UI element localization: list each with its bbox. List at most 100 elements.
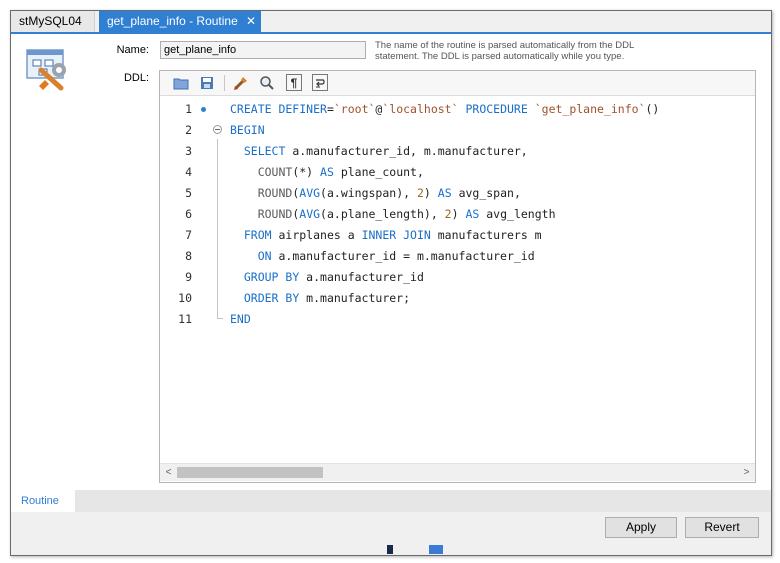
code-token: SELECT bbox=[243, 144, 286, 158]
code-line[interactable]: 6 ROUND(AVG(a.plane_length), 2) AS avg_l… bbox=[160, 204, 755, 225]
code-text: GROUP BY a.manufacturer_id bbox=[230, 267, 424, 288]
code-token: ROUND bbox=[257, 207, 293, 221]
name-hint: The name of the routine is parsed automa… bbox=[375, 40, 634, 62]
code-token: a.manufacturer_id, m.manufacturer, bbox=[285, 144, 528, 158]
code-token: AS bbox=[465, 207, 480, 221]
tab-routine-bottom[interactable]: Routine bbox=[11, 490, 75, 512]
code-token: AVG bbox=[299, 186, 321, 200]
code-text: ROUND(AVG(a.wingspan), 2) AS avg_span, bbox=[230, 183, 521, 204]
code-area[interactable]: 1 CREATE DEFINER=`root`@`localhost` PROCE… bbox=[160, 97, 755, 457]
save-icon[interactable] bbox=[198, 74, 216, 92]
code-line[interactable]: 7 FROM airplanes a INNER JOIN manufactur… bbox=[160, 225, 755, 246]
code-token: ORDER BY bbox=[243, 291, 300, 305]
code-token: (a.wingspan), bbox=[320, 186, 417, 200]
line-number: 8 bbox=[185, 249, 192, 263]
routine-editor-window: stMySQL04 get_plane_info - Routine ✕ Nam… bbox=[10, 10, 772, 556]
code-token: `localhost` bbox=[382, 102, 459, 116]
scroll-left-arrow[interactable]: < bbox=[160, 464, 177, 481]
editor-toolbar: ¶ bbox=[160, 71, 755, 96]
code-line[interactable]: 9 GROUP BY a.manufacturer_id bbox=[160, 267, 755, 288]
code-token: ) bbox=[451, 207, 466, 221]
scrollbar-thumb[interactable] bbox=[177, 467, 323, 478]
code-line[interactable]: 11 END bbox=[160, 309, 755, 330]
code-token: AVG bbox=[299, 207, 321, 221]
open-folder-icon[interactable] bbox=[172, 74, 190, 92]
fold-toggle-icon[interactable] bbox=[213, 125, 222, 134]
word-wrap-icon[interactable] bbox=[312, 74, 328, 91]
tab-connection[interactable]: stMySQL04 bbox=[11, 11, 95, 32]
apply-button[interactable]: Apply bbox=[605, 517, 677, 538]
code-token: a.manufacturer_id bbox=[299, 270, 424, 284]
code-token: () bbox=[645, 102, 660, 116]
code-token: 2 bbox=[444, 207, 452, 221]
code-token: PROCEDURE bbox=[465, 102, 528, 116]
code-token: BEGIN bbox=[230, 123, 265, 137]
code-token: a.manufacturer_id = m.manufacturer_id bbox=[271, 249, 535, 263]
taskbar-fragment bbox=[429, 545, 443, 554]
line-number: 9 bbox=[185, 270, 192, 284]
routine-icon bbox=[26, 49, 66, 91]
line-number: 10 bbox=[178, 291, 192, 305]
find-magnifier-icon[interactable] bbox=[258, 74, 276, 92]
code-text: ORDER BY m.manufacturer; bbox=[230, 288, 410, 309]
code-token: (*) bbox=[292, 165, 321, 179]
code-line[interactable]: 2 BEGIN bbox=[160, 120, 755, 141]
tab-bar: stMySQL04 get_plane_info - Routine ✕ bbox=[11, 11, 771, 32]
code-token: avg_length bbox=[479, 207, 556, 221]
taskbar-fragment bbox=[387, 545, 393, 554]
code-line[interactable]: 4 COUNT(*) AS plane_count, bbox=[160, 162, 755, 183]
beautify-brush-icon[interactable] bbox=[232, 74, 250, 92]
tab-label: stMySQL04 bbox=[19, 14, 82, 28]
code-text: CREATE DEFINER=`root`@`localhost` PROCED… bbox=[230, 99, 659, 120]
code-line[interactable]: 3 SELECT a.manufacturer_id, m.manufactur… bbox=[160, 141, 755, 162]
ddl-label: DDL: bbox=[123, 72, 149, 84]
line-number: 4 bbox=[185, 165, 192, 179]
code-token: 2 bbox=[416, 186, 424, 200]
code-token: COUNT bbox=[257, 165, 293, 179]
code-text: COUNT(*) AS plane_count, bbox=[230, 162, 424, 183]
line-number: 11 bbox=[178, 312, 192, 326]
line-number: 5 bbox=[185, 186, 192, 200]
bottom-tab-bar: Routine bbox=[11, 490, 771, 512]
close-icon[interactable]: ✕ bbox=[246, 11, 256, 32]
scroll-right-arrow[interactable]: > bbox=[738, 464, 755, 481]
code-line[interactable]: 1 CREATE DEFINER=`root`@`localhost` PROCE… bbox=[160, 99, 755, 120]
code-token: airplanes a bbox=[271, 228, 362, 242]
code-token: AS bbox=[437, 186, 452, 200]
code-token: FROM bbox=[243, 228, 272, 242]
statement-marker-icon[interactable] bbox=[201, 107, 206, 112]
code-token: END bbox=[230, 312, 251, 326]
code-line[interactable]: 10 ORDER BY m.manufacturer; bbox=[160, 288, 755, 309]
toolbar-separator bbox=[224, 75, 225, 91]
line-number: 6 bbox=[185, 207, 192, 221]
code-token: AS bbox=[320, 165, 334, 179]
tab-routine[interactable]: get_plane_info - Routine ✕ bbox=[99, 11, 261, 32]
revert-button[interactable]: Revert bbox=[685, 517, 759, 538]
ddl-editor[interactable]: ¶ 1 CREATE DEFINER=`root`@`localhost` PRO… bbox=[159, 70, 756, 483]
horizontal-scrollbar[interactable]: < > bbox=[160, 463, 755, 481]
invisible-chars-pilcrow-icon[interactable]: ¶ bbox=[286, 74, 302, 91]
code-token: m.manufacturer; bbox=[299, 291, 411, 305]
code-token: CREATE DEFINER bbox=[230, 102, 327, 116]
tab-label: get_plane_info - Routine bbox=[107, 14, 238, 28]
code-line[interactable]: 8 ON a.manufacturer_id = m.manufacturer_… bbox=[160, 246, 755, 267]
code-token: manufacturers m bbox=[430, 228, 542, 242]
routine-name-field[interactable]: get_plane_info bbox=[160, 41, 366, 59]
code-text: END bbox=[230, 309, 251, 330]
code-line[interactable]: 5 ROUND(AVG(a.wingspan), 2) AS avg_span, bbox=[160, 183, 755, 204]
line-number: 3 bbox=[185, 144, 192, 158]
code-token: = bbox=[326, 102, 334, 116]
line-number: 7 bbox=[185, 228, 192, 242]
code-token: ON bbox=[257, 249, 272, 263]
code-token: GROUP BY bbox=[243, 270, 300, 284]
code-text: SELECT a.manufacturer_id, m.manufacturer… bbox=[230, 141, 528, 162]
code-text: FROM airplanes a INNER JOIN manufacturer… bbox=[230, 225, 542, 246]
